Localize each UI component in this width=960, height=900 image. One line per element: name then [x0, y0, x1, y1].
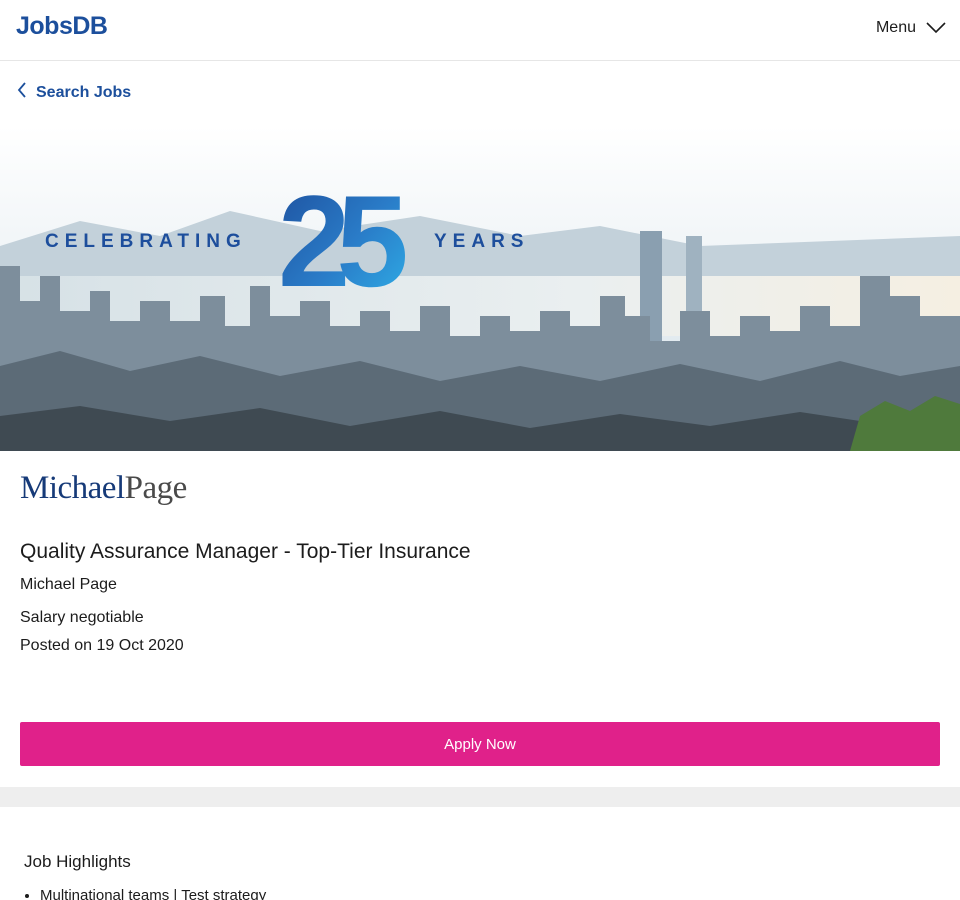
banner-text-left: CELEBRATING [45, 231, 247, 252]
logo-word-michael: Michael [20, 470, 125, 506]
breadcrumb: Search Jobs [0, 61, 960, 126]
job-title: Quality Assurance Manager - Top-Tier Ins… [20, 540, 471, 563]
banner-anniversary-number: 25 [278, 168, 405, 314]
logo-word-page: Page [124, 470, 188, 506]
posted-date: Posted on 19 Oct 2020 [20, 637, 184, 654]
menu-button[interactable]: Menu [876, 19, 946, 37]
apply-now-label: Apply Now [444, 735, 516, 753]
section-divider [0, 787, 960, 807]
salary-info: Salary negotiable [20, 609, 144, 626]
banner-text-right: YEARS [434, 231, 529, 252]
back-to-search-link[interactable]: Search Jobs [16, 81, 131, 104]
michael-page-logo: MichaelPage [20, 470, 187, 507]
top-navigation-bar: JobsDB Menu [0, 0, 960, 61]
banner-illustration: CELEBRATING 25 YEARS [0, 126, 960, 451]
jobsdb-logo[interactable]: JobsDB [16, 12, 108, 41]
job-highlights-heading: Job Highlights [24, 852, 131, 871]
list-item: Multinational teams | Test strategy [40, 886, 266, 900]
back-link-label: Search Jobs [36, 83, 132, 101]
company-banner-image: CELEBRATING 25 YEARS [0, 126, 960, 451]
chevron-down-icon [926, 22, 946, 34]
job-highlights-list: Multinational teams | Test strategy [40, 886, 266, 900]
menu-label: Menu [875, 19, 916, 36]
chevron-left-icon [16, 81, 28, 104]
apply-now-button[interactable]: Apply Now [20, 722, 940, 766]
company-name: Michael Page [20, 576, 117, 593]
